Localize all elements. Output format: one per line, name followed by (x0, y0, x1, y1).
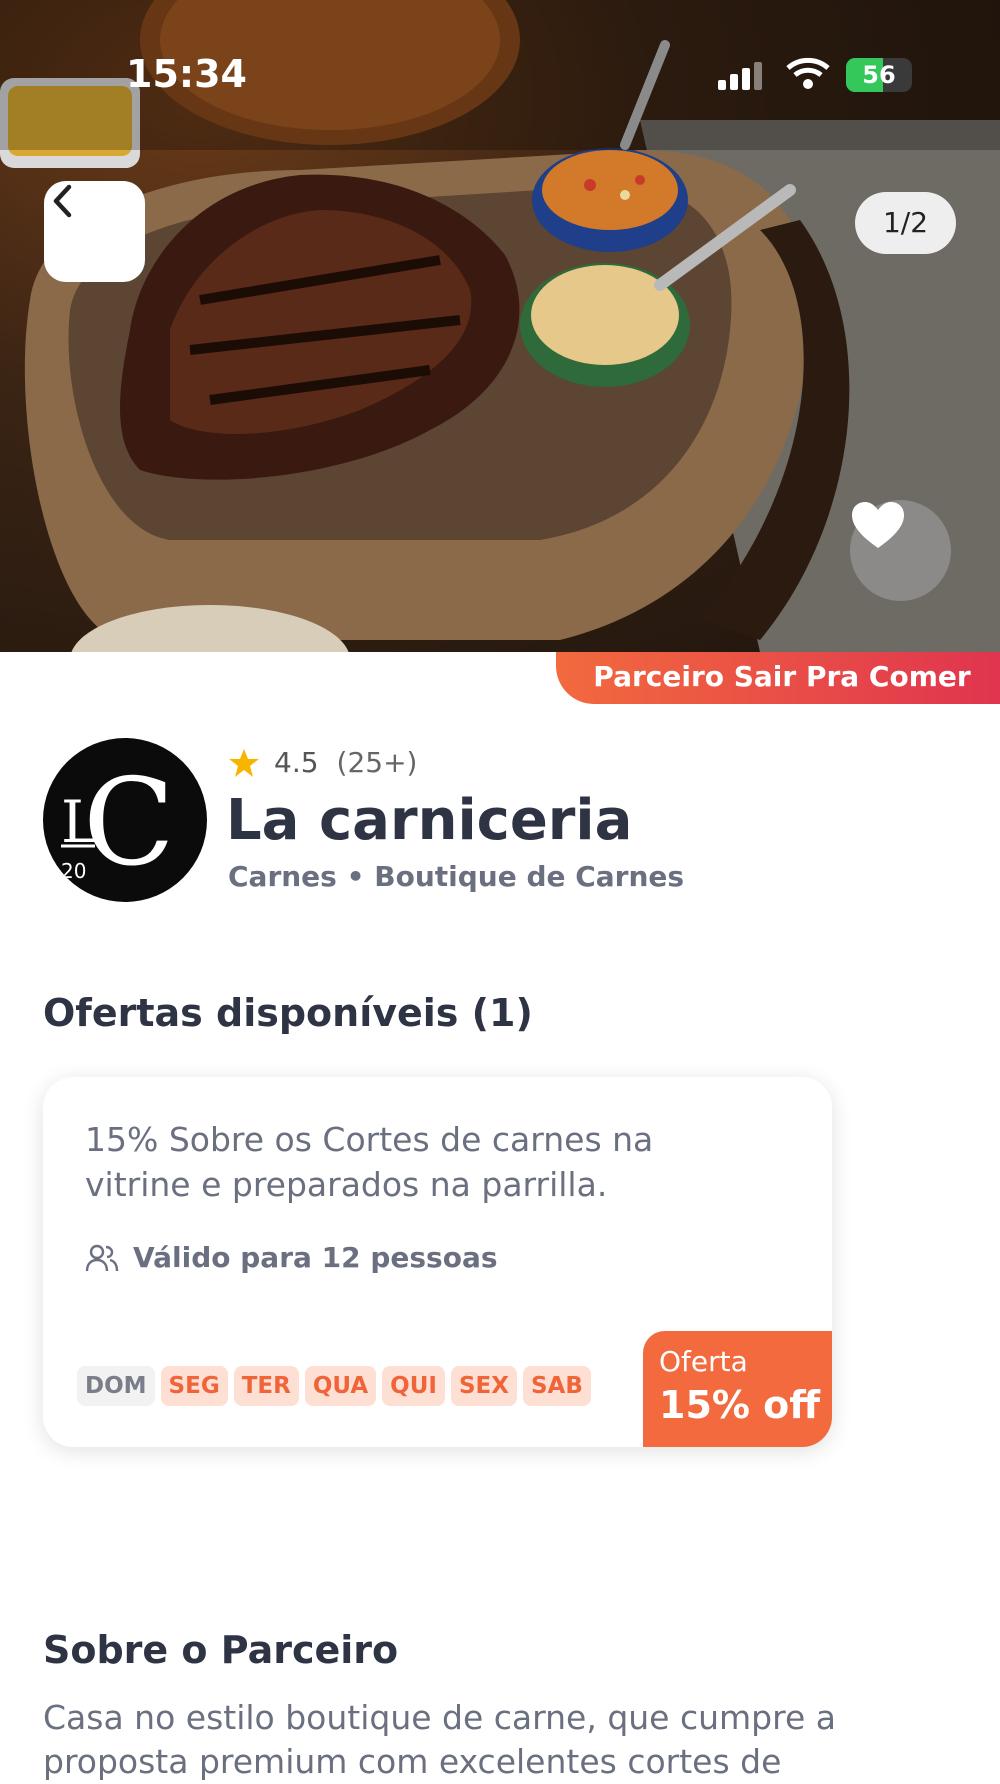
status-time: 15:34 (126, 52, 247, 96)
offers-heading: Ofertas disponíveis (1) (43, 991, 533, 1035)
svg-text:C: C (83, 754, 175, 893)
restaurant-name: La carniceria (226, 788, 633, 853)
gallery-counter: 1/2 (855, 192, 956, 254)
about-heading: Sobre o Parceiro (43, 1628, 399, 1672)
rating: 4.5 (25+) (228, 746, 417, 779)
cellular-signal-icon (718, 62, 762, 90)
battery-indicator: 56 (846, 58, 912, 92)
svg-text:20: 20 (61, 859, 86, 883)
heart-icon (852, 502, 904, 548)
offer-description: 15% Sobre os Cortes de carnes na vitrine… (85, 1120, 654, 1204)
day-sab: SAB (522, 1366, 591, 1406)
star-icon (229, 748, 259, 777)
people-icon (85, 1244, 119, 1271)
day-seg: SEG (160, 1366, 228, 1406)
about-text: Casa no estilo boutique de carne, que cu… (43, 1698, 836, 1781)
day-qua: QUA (304, 1366, 377, 1406)
partner-badge: Parceiro Sair Pra Comer (556, 652, 1000, 704)
restaurant-logo: L C 20 (43, 738, 207, 902)
back-button[interactable] (44, 181, 145, 282)
logo-mark: L C 20 (61, 754, 175, 893)
chevron-left-icon (53, 184, 72, 218)
battery-level: 56 (862, 61, 896, 89)
rating-value: 4.5 (274, 746, 319, 779)
offer-validity: Válido para 12 pessoas (85, 1241, 498, 1274)
offer-days: DOM SEG TER QUA QUI SEX SAB (77, 1366, 591, 1406)
offer-card[interactable]: 15% Sobre os Cortes de carnes na vitrine… (43, 1077, 832, 1447)
favorite-button[interactable] (850, 500, 951, 601)
rating-count: (25+) (336, 746, 418, 779)
restaurant-categories: Carnes • Boutique de Carnes (228, 860, 685, 893)
wifi-icon (786, 57, 830, 89)
offer-tag-label: Oferta (659, 1345, 748, 1378)
offer-tag-value: 15% off (659, 1383, 821, 1427)
offer-tag: Oferta 15% off (643, 1331, 832, 1447)
restaurant-photo: 15:34 56 1/2 (0, 0, 1000, 652)
status-bar: 15:34 56 (0, 48, 1000, 108)
offer-validity-text: Válido para 12 pessoas (133, 1241, 498, 1274)
day-ter: TER (233, 1366, 299, 1406)
day-dom: DOM (77, 1366, 155, 1406)
day-sex: SEX (450, 1366, 517, 1406)
day-qui: QUI (382, 1366, 445, 1406)
